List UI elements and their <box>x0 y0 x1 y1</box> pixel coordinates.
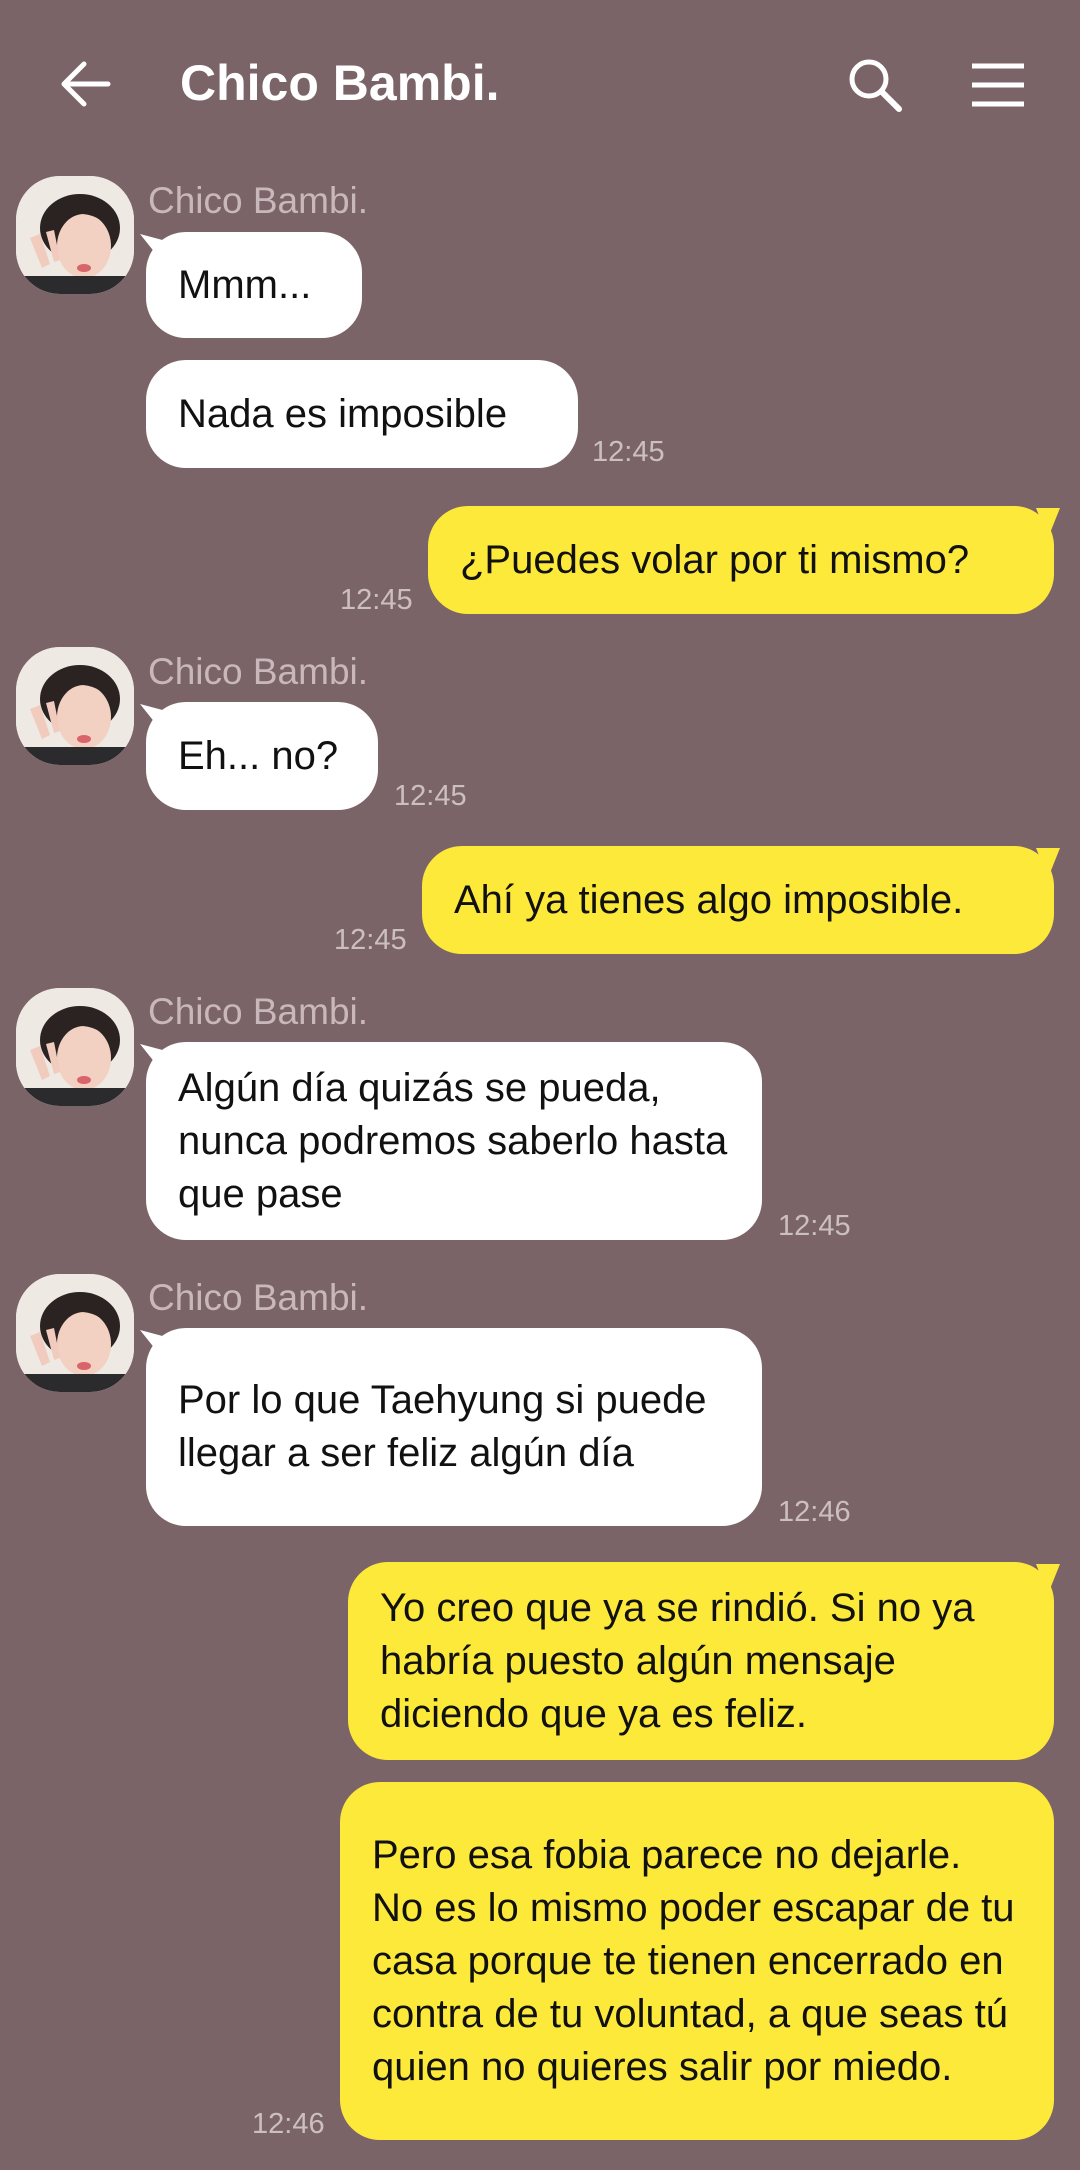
message-bubble-incoming[interactable]: Nada es imposible <box>146 360 578 468</box>
contact-avatar[interactable] <box>16 988 134 1106</box>
message-timestamp: 12:46 <box>778 1496 851 1528</box>
contact-avatar[interactable] <box>16 176 134 294</box>
bubble-tail <box>1036 848 1060 878</box>
message-timestamp: 12:45 <box>592 436 665 468</box>
chat-title: Chico Bambi. <box>180 55 500 111</box>
sender-name: Chico Bambi. <box>148 991 369 1032</box>
bubble-tail <box>1036 508 1060 538</box>
message-bubble-outgoing[interactable]: Pero esa fobia parece no dejarle. No es … <box>340 1782 1054 2140</box>
message-timestamp: 12:45 <box>778 1210 851 1242</box>
message-bubble-incoming[interactable]: Mmm... <box>146 232 362 338</box>
message-timestamp: 12:46 <box>252 2108 325 2140</box>
bubble-tail <box>1036 1564 1060 1594</box>
chat-header: Chico Bambi. <box>0 0 1080 170</box>
message-bubble-incoming[interactable]: Eh... no? <box>146 702 378 810</box>
back-arrow-icon[interactable] <box>50 52 122 116</box>
message-timestamp: 12:45 <box>340 584 413 616</box>
message-bubble-outgoing[interactable]: Yo creo que ya se rindió. Si no ya habrí… <box>348 1562 1054 1760</box>
sender-name: Chico Bambi. <box>148 651 369 692</box>
contact-avatar[interactable] <box>16 647 134 765</box>
sender-name: Chico Bambi. <box>148 1277 369 1318</box>
message-bubble-incoming[interactable]: Por lo que Taehyung si puede llegar a se… <box>146 1328 762 1526</box>
search-icon[interactable] <box>840 50 910 120</box>
message-bubble-outgoing[interactable]: ¿Puedes volar por ti mismo? <box>428 506 1054 614</box>
message-timestamp: 12:45 <box>394 780 467 812</box>
message-bubble-outgoing[interactable]: Ahí ya tienes algo imposible. <box>422 846 1054 954</box>
sender-name: Chico Bambi. <box>148 180 369 221</box>
menu-icon[interactable] <box>960 50 1036 120</box>
message-timestamp: 12:45 <box>334 924 407 956</box>
message-bubble-incoming[interactable]: Algún día quizás se pueda, nunca podremo… <box>146 1042 762 1240</box>
contact-avatar[interactable] <box>16 1274 134 1392</box>
